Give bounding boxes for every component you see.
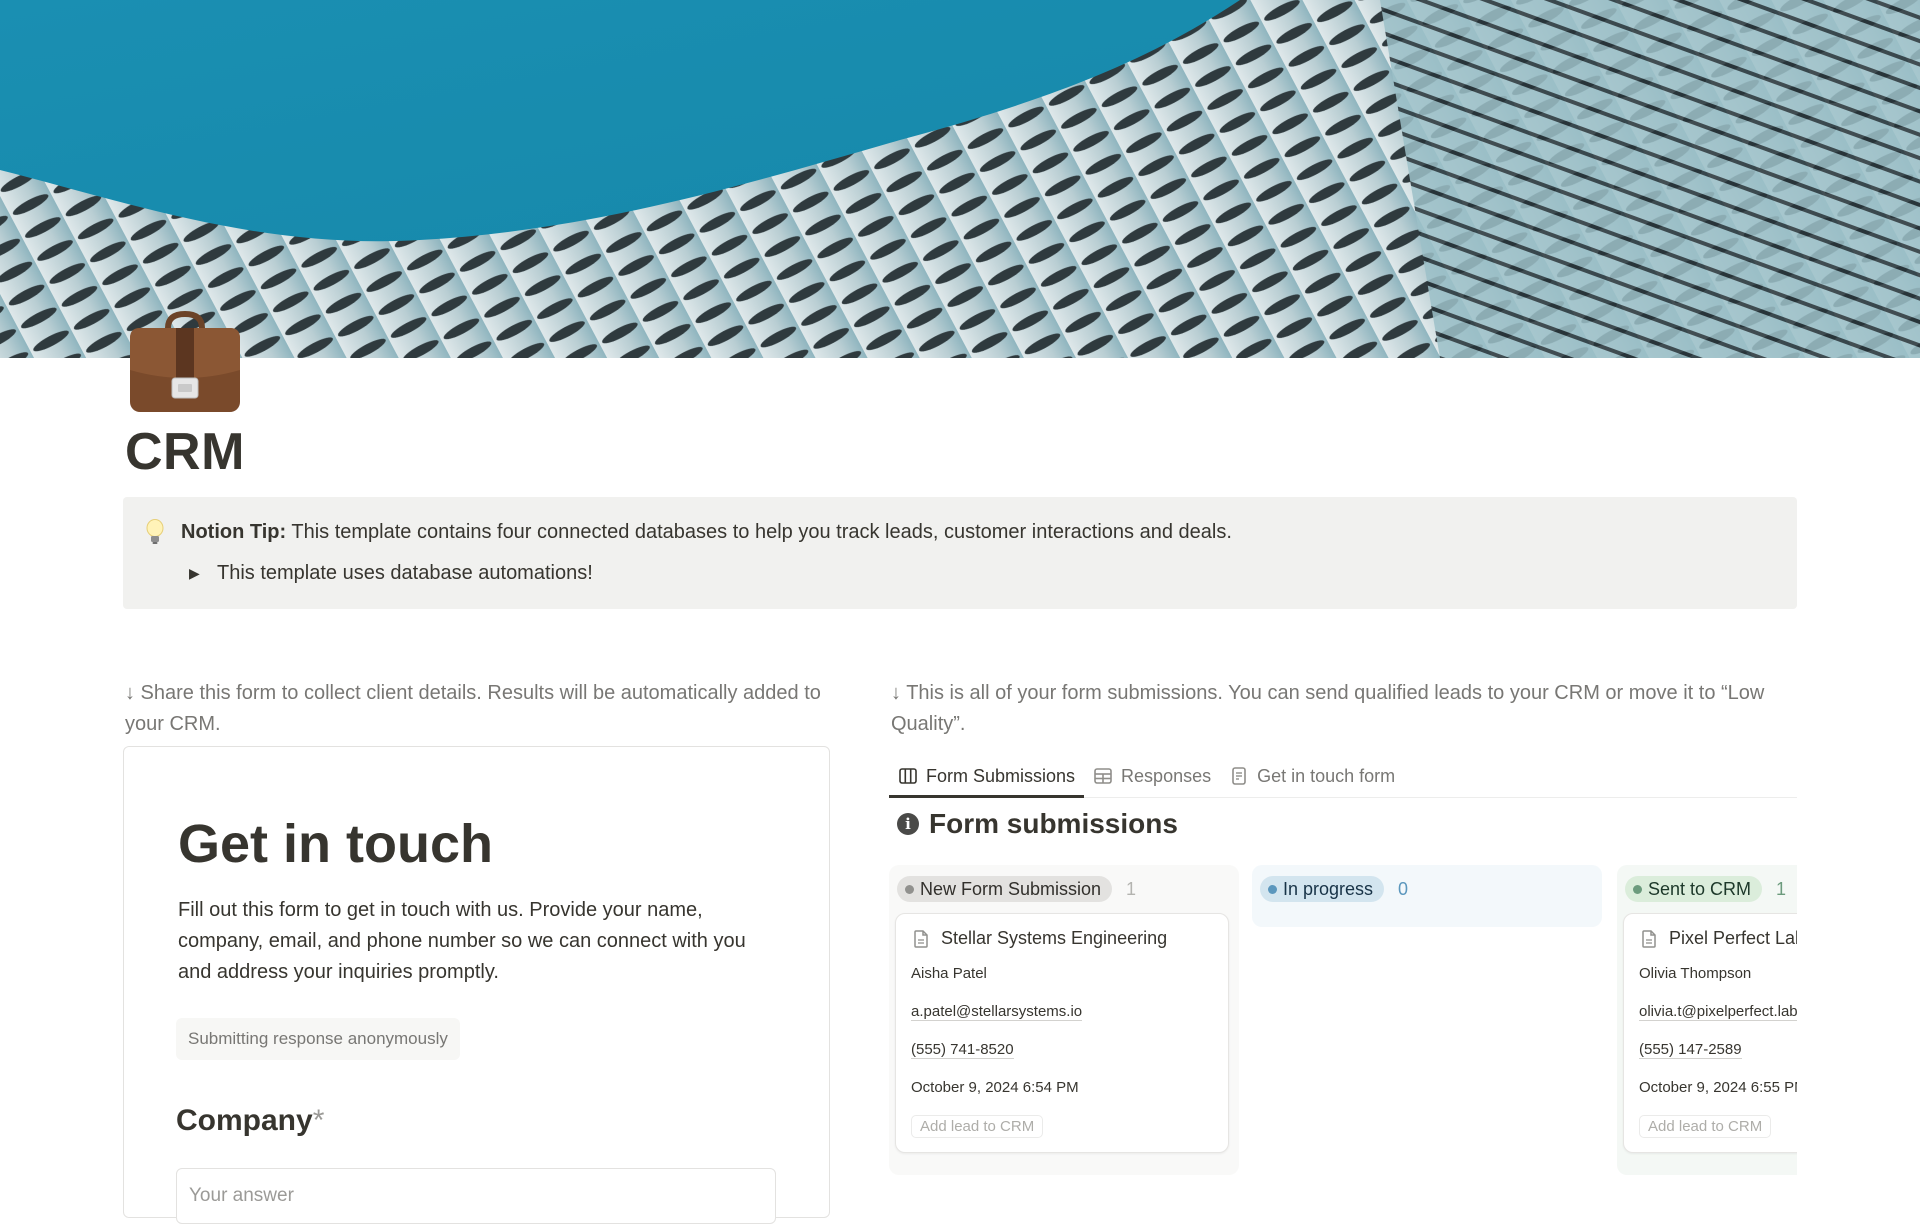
- question-text: Company: [176, 1104, 313, 1137]
- tab-form-submissions[interactable]: Form Submissions: [889, 755, 1085, 798]
- form-icon: [1232, 767, 1246, 785]
- automations-toggle[interactable]: ▶ This template uses database automation…: [189, 562, 593, 585]
- tab-label: Form Submissions: [926, 765, 1076, 786]
- column-header: New Form Submission 1: [889, 865, 1239, 913]
- tab-get-in-touch-form[interactable]: Get in touch form: [1220, 755, 1404, 797]
- card-email[interactable]: a.patel@stellarsystems.io: [911, 1001, 1213, 1039]
- question-label-company: Company*: [176, 1104, 324, 1138]
- add-lead-to-crm-button[interactable]: Add lead to CRM: [911, 1115, 1044, 1138]
- status-label: In progress: [1283, 878, 1374, 899]
- column-count: 1: [1776, 878, 1787, 899]
- notion-tip-callout: Notion Tip: This template contains four …: [123, 497, 1797, 609]
- card-email[interactable]: olivia.t@pixelperfect.labs: [1639, 1001, 1797, 1039]
- board-column-in-progress: In progress 0: [1252, 865, 1602, 927]
- email-link[interactable]: a.patel@stellarsystems.io: [911, 1003, 1083, 1021]
- anonymous-badge: Submitting response anonymously: [176, 1018, 460, 1060]
- tip-label: Notion Tip:: [181, 521, 287, 543]
- status-label: Sent to CRM: [1648, 878, 1752, 899]
- tab-responses[interactable]: Responses: [1084, 755, 1220, 797]
- view-title-text: Form submissions: [929, 808, 1178, 839]
- required-mark: *: [312, 1104, 325, 1137]
- form-title: Get in touch: [178, 814, 493, 874]
- board-column-sent-to-crm: Sent to CRM 1 Pixel Perfect Labs Olivia …: [1617, 865, 1797, 1175]
- form-share-description: ↓ Share this form to collect client deta…: [125, 682, 821, 735]
- status-pill[interactable]: New Form Submission: [897, 876, 1113, 902]
- status-label: New Form Submission: [920, 878, 1102, 899]
- board-card[interactable]: Stellar Systems Engineering Aisha Patel …: [895, 913, 1229, 1153]
- tab-label: Responses: [1121, 765, 1212, 786]
- card-phone[interactable]: (555) 147-2589: [1639, 1039, 1797, 1077]
- board-card[interactable]: Pixel Perfect Labs Olivia Thompson olivi…: [1623, 913, 1797, 1153]
- lightbulb-icon: [145, 519, 165, 545]
- board-column-new-form-submission: New Form Submission 1 Stellar Systems En…: [889, 865, 1239, 1175]
- column-header: In progress 0: [1252, 865, 1602, 913]
- info-icon: i: [897, 813, 919, 835]
- tip-text: Notion Tip: This template contains four …: [181, 521, 1232, 544]
- kanban-board: New Form Submission 1 Stellar Systems En…: [889, 865, 1797, 1205]
- card-title[interactable]: Pixel Perfect Labs: [1639, 928, 1797, 949]
- board-icon: [899, 768, 917, 784]
- tip-body: This template contains four connected da…: [286, 521, 1232, 543]
- status-dot-icon: [1633, 884, 1642, 894]
- phone-link[interactable]: (555) 147-2589: [1639, 1041, 1742, 1059]
- page-title: CRM: [125, 423, 245, 481]
- status-pill[interactable]: Sent to CRM: [1625, 876, 1763, 902]
- card-contact-name: Olivia Thompson: [1639, 965, 1752, 982]
- column-header: Sent to CRM 1: [1617, 865, 1797, 913]
- tab-label: Get in touch form: [1257, 765, 1396, 786]
- card-title-text: Pixel Perfect Labs: [1669, 928, 1797, 948]
- page-icon: [1642, 929, 1656, 948]
- card-contact-name: Aisha Patel: [911, 965, 987, 982]
- column-count: 1: [1126, 878, 1137, 899]
- table-icon: [1094, 768, 1112, 784]
- briefcase-icon[interactable]: [126, 308, 244, 414]
- card-title-text: Stellar Systems Engineering: [941, 928, 1168, 948]
- get-in-touch-form: Get in touch Fill out this form to get i…: [123, 746, 830, 1224]
- form-description: Fill out this form to get in touch with …: [178, 899, 746, 983]
- cover-image: [0, 0, 1920, 358]
- email-link[interactable]: olivia.t@pixelperfect.labs: [1639, 1003, 1797, 1021]
- status-dot-icon: [905, 884, 914, 894]
- card-title[interactable]: Stellar Systems Engineering: [911, 928, 1213, 949]
- toggle-triangle-icon[interactable]: ▶: [189, 565, 203, 582]
- column-count: 0: [1398, 878, 1409, 899]
- card-date: October 9, 2024 6:54 PM: [911, 1079, 1079, 1096]
- status-pill[interactable]: In progress: [1260, 876, 1385, 902]
- view-tabs: Form Submissions Responses Get in touch …: [889, 755, 1797, 798]
- card-phone[interactable]: (555) 741-8520: [911, 1039, 1213, 1077]
- add-lead-to-crm-button[interactable]: Add lead to CRM: [1639, 1115, 1772, 1138]
- company-answer-input[interactable]: [176, 1168, 776, 1224]
- submissions-description: ↓ This is all of your form submissions. …: [891, 682, 1765, 735]
- view-title: i Form submissions: [897, 808, 1178, 840]
- status-dot-icon: [1268, 884, 1277, 894]
- page-icon: [914, 929, 928, 948]
- phone-link[interactable]: (555) 741-8520: [911, 1041, 1014, 1059]
- card-date: October 9, 2024 6:55 PM: [1639, 1079, 1797, 1096]
- toggle-label: This template uses database automations!: [217, 562, 593, 584]
